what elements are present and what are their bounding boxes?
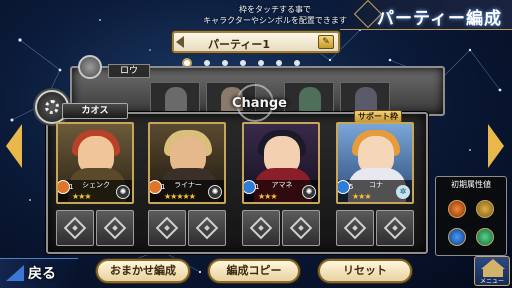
earth-attribute-icon[interactable] (476, 200, 494, 218)
law-slot-3[interactable] (284, 82, 334, 114)
character-slot-support[interactable]: Lv5 コナ ★★★ ✲ (332, 122, 418, 248)
next-arrow-icon[interactable] (488, 124, 504, 168)
neutral-badge-icon: ✲ (396, 185, 410, 199)
back-button[interactable]: 戻る (0, 258, 78, 288)
character-card[interactable]: Lv5 コナ ★★★ ✲ (336, 122, 414, 204)
chaos-row-label: カオス (62, 103, 128, 119)
instruction-line-1: 枠をタッチする事で (239, 5, 311, 14)
fire-attribute-icon (58, 180, 70, 194)
wind-attribute-icon[interactable] (476, 228, 494, 246)
reset-button[interactable]: リセット (318, 259, 412, 283)
change-row-button[interactable]: Change (232, 93, 287, 117)
character-name: ライナー (174, 181, 202, 189)
home-icon (481, 259, 505, 269)
symbol-slot[interactable] (56, 210, 94, 246)
back-label: 戻る (28, 266, 56, 282)
fire-attribute-icon (150, 180, 162, 194)
symbol-slot[interactable] (376, 210, 414, 246)
symbol-slot[interactable] (242, 210, 280, 246)
character-slot-1[interactable]: Lv1 シェンク ★★★ ✺ (52, 122, 138, 248)
instruction-text: 枠をタッチする事で キャラクターやシンボルを配置できます (170, 4, 380, 26)
rarity-stars: ★★★ (258, 192, 277, 201)
party-name: パーティー1 (208, 38, 270, 51)
party-name-bar[interactable]: パーティー1 ✎ (172, 31, 340, 53)
symbol-slot[interactable] (96, 210, 134, 246)
symbol-slot[interactable] (336, 210, 374, 246)
copy-form-button[interactable]: 編成コピー (208, 259, 300, 283)
character-name: シェンク (82, 181, 110, 189)
law-slot-1[interactable] (150, 82, 200, 114)
character-card[interactable]: Lv1 アマネ ★★★ ✺ (242, 122, 320, 204)
character-name: アマネ (271, 181, 293, 189)
water-attribute-icon (244, 180, 256, 194)
rarity-stars: ★★★ (352, 192, 371, 201)
page-title: パーティー編成 (377, 9, 502, 29)
triangle-left-icon (176, 36, 184, 48)
water-attribute-icon (338, 180, 350, 194)
menu-button[interactable]: メニュー (474, 256, 510, 286)
law-emblem-icon (78, 55, 102, 79)
rarity-stars: ★★★★★ (164, 192, 196, 201)
character-name: コナ (369, 181, 383, 189)
rarity-stars: ★★★ (72, 192, 91, 201)
chaos-badge-icon: ✺ (116, 185, 130, 199)
instruction-line-2: キャラクターやシンボルを配置できます (203, 16, 347, 25)
pencil-icon: ✎ (322, 37, 330, 47)
auto-form-button[interactable]: おまかせ編成 (96, 259, 190, 283)
character-slot-3[interactable]: Lv1 アマネ ★★★ ✺ (238, 122, 324, 248)
edit-party-name-button[interactable]: ✎ (318, 35, 334, 49)
menu-label: メニュー (479, 278, 504, 285)
symbol-slot[interactable] (282, 210, 320, 246)
fire-attribute-icon[interactable] (448, 200, 466, 218)
symbol-slot[interactable] (148, 210, 186, 246)
water-attribute-icon[interactable] (448, 228, 466, 246)
chaos-badge-icon: ✺ (302, 185, 316, 199)
initial-attribute-title: 初期属性値 (451, 180, 491, 189)
previous-arrow-icon[interactable] (6, 124, 22, 168)
character-card[interactable]: Lv1 シェンク ★★★ ✺ (56, 122, 134, 204)
character-card[interactable]: Lv1 ライナー ★★★★★ ✺ (148, 122, 226, 204)
symbol-slot[interactable] (188, 210, 226, 246)
character-slot-2[interactable]: Lv1 ライナー ★★★★★ ✺ (144, 122, 230, 248)
back-icon (6, 265, 24, 281)
law-row-label: ロウ (108, 64, 150, 78)
chaos-badge-icon: ✺ (208, 185, 222, 199)
